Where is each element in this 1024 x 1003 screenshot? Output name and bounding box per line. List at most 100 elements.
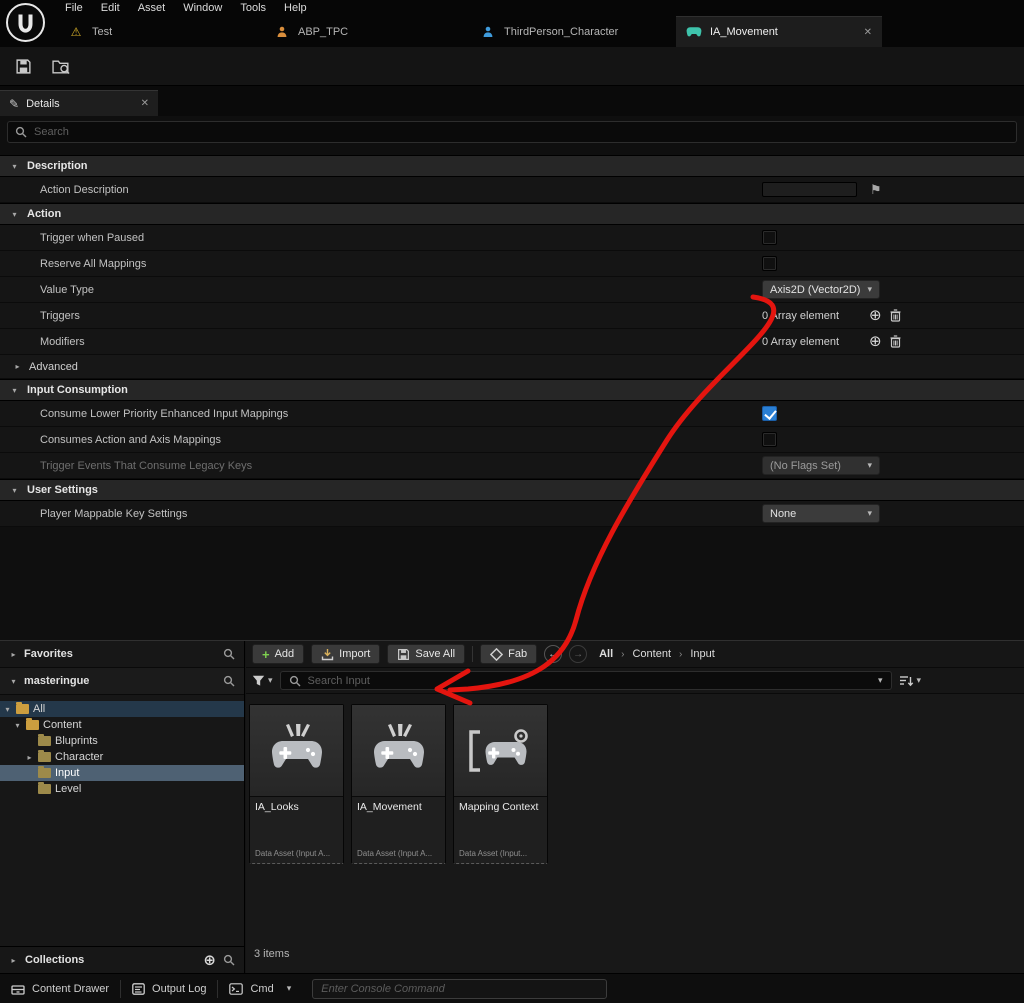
checkbox[interactable] <box>762 432 777 447</box>
dropdown-value: Axis2D (Vector2D) <box>770 284 860 296</box>
anim-blueprint-icon <box>274 26 290 38</box>
legacy-flags-dropdown[interactable]: (No Flags Set) ▾ <box>762 456 880 475</box>
breadcrumb-content[interactable]: Content <box>632 648 671 660</box>
sort-settings-button[interactable]: ▾ <box>899 675 922 687</box>
section-advanced[interactable]: ▸ Advanced <box>0 355 1024 379</box>
tree-item-content[interactable]: ▾ Content <box>0 717 244 733</box>
close-icon[interactable]: ✕ <box>141 98 149 109</box>
content-browser-toolbar: + Add Import Save All Fab ← → All › Cont… <box>246 641 1024 668</box>
search-icon <box>223 648 235 660</box>
triangle-down-icon: ▾ <box>3 705 12 714</box>
console-command-input[interactable] <box>321 983 598 995</box>
collections-header[interactable]: ▸ Collections ⊕ <box>0 946 244 973</box>
content-drawer-button[interactable]: Content Drawer <box>0 974 120 1003</box>
section-user-settings[interactable]: ▾ User Settings <box>0 479 1024 501</box>
console-command-box[interactable] <box>312 979 607 999</box>
drawer-icon <box>11 983 25 995</box>
details-panel: ✎ Details ✕ ▾ Description Action Descrip… <box>0 86 1024 640</box>
section-title: User Settings <box>27 484 98 496</box>
browse-to-asset-button[interactable] <box>45 52 77 80</box>
asset-type: Data Asset (Input A... <box>352 849 445 863</box>
back-button[interactable]: ← <box>544 645 562 663</box>
save-all-button[interactable]: Save All <box>387 644 465 664</box>
row-value-type: Value Type Axis2D (Vector2D) ▾ <box>0 277 1024 303</box>
import-button[interactable]: Import <box>311 644 380 664</box>
asset-search-input[interactable] <box>308 675 865 687</box>
row-reserve-all-mappings: Reserve All Mappings <box>0 251 1024 277</box>
tree-item-level[interactable]: Level <box>0 781 244 797</box>
value-type-dropdown[interactable]: Axis2D (Vector2D) ▾ <box>762 280 880 299</box>
search-icon <box>289 675 301 687</box>
checkbox[interactable] <box>762 230 777 245</box>
menu-file[interactable]: File <box>56 0 92 16</box>
input-action-icon <box>686 26 702 38</box>
property-label: Value Type <box>0 284 720 296</box>
folder-tree: ▾ All ▾ Content Bluprints ▸ Character <box>0 695 244 797</box>
triangle-down-icon: ▾ <box>10 210 19 219</box>
add-button[interactable]: + Add <box>252 644 304 664</box>
breadcrumb-separator-icon: › <box>679 649 682 660</box>
flag-icon[interactable]: ⚑ <box>870 182 882 198</box>
add-element-icon[interactable]: ⊕ <box>869 334 882 349</box>
folder-icon <box>38 736 51 746</box>
delete-elements-icon[interactable] <box>890 335 901 348</box>
save-button[interactable] <box>7 52 39 80</box>
action-description-field[interactable] <box>762 182 857 197</box>
asset-tile-mapping-context[interactable]: Mapping Context Data Asset (Input... <box>453 704 548 864</box>
breadcrumb-input[interactable]: Input <box>690 648 714 660</box>
tab-thirdperson-character[interactable]: ThirdPerson_Character <box>470 16 676 47</box>
row-player-mappable-key-settings: Player Mappable Key Settings None ▾ <box>0 501 1024 527</box>
tab-test[interactable]: ⚠ Test <box>58 16 264 47</box>
filter-button[interactable]: ▾ <box>252 675 273 687</box>
property-label: Trigger when Paused <box>0 232 720 244</box>
fab-label: Fab <box>508 648 527 660</box>
search-icon <box>223 954 235 966</box>
section-input-consumption[interactable]: ▾ Input Consumption <box>0 379 1024 401</box>
section-action[interactable]: ▾ Action <box>0 203 1024 225</box>
details-search[interactable] <box>7 121 1017 143</box>
menu-window[interactable]: Window <box>174 0 231 16</box>
tree-label: All <box>33 703 45 715</box>
cmd-selector[interactable]: Cmd ▾ <box>218 974 302 1003</box>
tree-item-character[interactable]: ▸ Character <box>0 749 244 765</box>
source-header[interactable]: ▾ masteringue <box>0 668 244 695</box>
menu-edit[interactable]: Edit <box>92 0 129 16</box>
chevron-down-icon: ▾ <box>917 675 922 686</box>
menu-asset[interactable]: Asset <box>129 0 175 16</box>
filter-row: ▾ ▾ ▾ <box>246 668 1024 694</box>
output-log-button[interactable]: Output Log <box>121 974 217 1003</box>
details-tab-row: ✎ Details ✕ <box>0 86 1024 116</box>
fab-button[interactable]: Fab <box>480 644 537 664</box>
asset-toolbar <box>0 47 1024 86</box>
section-title: Advanced <box>29 361 78 373</box>
row-triggers: Triggers 0 Array element ⊕ <box>0 303 1024 329</box>
checkbox[interactable] <box>762 256 777 271</box>
player-mappable-dropdown[interactable]: None ▾ <box>762 504 880 523</box>
triangle-right-icon: ▸ <box>25 753 34 762</box>
forward-button[interactable]: → <box>569 645 587 663</box>
section-description[interactable]: ▾ Description <box>0 155 1024 177</box>
delete-elements-icon[interactable] <box>890 309 901 322</box>
tree-item-input[interactable]: Input <box>0 765 244 781</box>
asset-tile-ia-movement[interactable]: IA_Movement Data Asset (Input A... <box>351 704 446 864</box>
favorites-header[interactable]: ▸ Favorites <box>0 641 244 668</box>
breadcrumb-all[interactable]: All <box>599 648 613 660</box>
tree-item-all[interactable]: ▾ All <box>0 701 244 717</box>
add-collection-icon[interactable]: ⊕ <box>203 953 216 968</box>
asset-type: Data Asset (Input... <box>454 849 547 863</box>
asset-tile-ia-looks[interactable]: IA_Looks Data Asset (Input A... <box>249 704 344 864</box>
import-label: Import <box>339 648 370 660</box>
tab-abp-tpc[interactable]: ABP_TPC <box>264 16 470 47</box>
asset-search[interactable]: ▾ <box>280 671 892 690</box>
checkbox[interactable] <box>762 406 777 421</box>
menu-tools[interactable]: Tools <box>231 0 275 16</box>
details-search-input[interactable] <box>34 126 1009 138</box>
tab-ia-movement[interactable]: IA_Movement ✕ <box>676 16 882 47</box>
tree-item-bluprints[interactable]: Bluprints <box>0 733 244 749</box>
details-tab[interactable]: ✎ Details ✕ <box>0 90 158 116</box>
add-element-icon[interactable]: ⊕ <box>869 308 882 323</box>
favorites-label: Favorites <box>24 648 73 660</box>
close-icon[interactable]: ✕ <box>864 27 872 38</box>
menu-help[interactable]: Help <box>275 0 316 16</box>
items-count: 3 items <box>254 948 289 960</box>
